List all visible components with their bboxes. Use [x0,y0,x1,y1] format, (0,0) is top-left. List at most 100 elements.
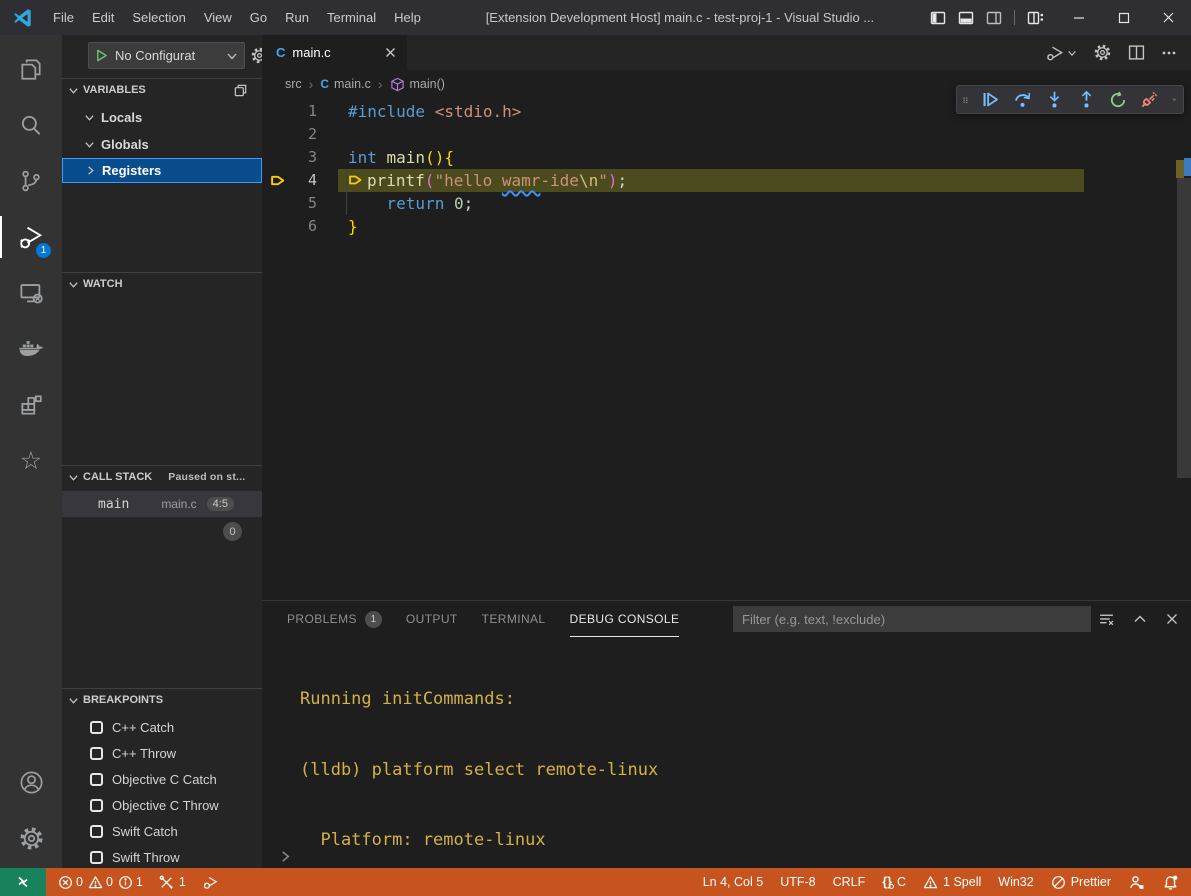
settings-gear-icon[interactable] [0,810,62,866]
toggle-sidebar-icon[interactable] [930,10,946,26]
close-tab-icon[interactable] [384,46,397,59]
step-out-button[interactable] [1077,90,1096,109]
run-or-debug-button[interactable] [1045,43,1077,63]
variables-scope-registers[interactable]: Registers [62,158,262,183]
debug-console-output[interactable]: Running initCommands: (lldb) platform se… [300,641,863,896]
start-debug-play-icon [95,49,108,62]
maximize-button[interactable] [1101,0,1146,35]
more-actions-icon[interactable] [1161,45,1177,61]
restart-button[interactable] [1109,91,1127,109]
breadcrumb-folder[interactable]: src [285,77,302,91]
eol-indicator[interactable]: CRLF [833,875,866,889]
menu-help[interactable]: Help [385,5,430,30]
problems-status[interactable]: 0 0 1 [58,875,143,890]
paused-status-text: Paused on st... [168,471,245,483]
copy-icon[interactable] [233,83,248,98]
menu-file[interactable]: File [44,5,83,30]
menu-selection[interactable]: Selection [123,5,194,30]
menu-terminal[interactable]: Terminal [318,5,385,30]
source-control-icon[interactable] [0,153,62,209]
editor-scrollbar[interactable] [1177,178,1191,478]
checkbox[interactable] [90,851,103,864]
debug-configuration-dropdown[interactable]: No Configurat [88,42,245,69]
checkbox[interactable] [90,773,103,786]
breakpoint-row[interactable]: Swift Catch [62,818,262,844]
spell-checker-status[interactable]: 1 Spell [923,875,981,890]
feedback-person-icon[interactable] [1128,874,1145,891]
close-panel-icon[interactable] [1165,612,1179,626]
breakpoint-row[interactable]: C++ Catch [62,714,262,740]
debug-configure-gear-icon[interactable] [250,46,262,65]
breakpoint-row[interactable]: Swift Throw [62,844,262,868]
run-and-debug-icon[interactable]: 1 [0,209,62,265]
cursor-position[interactable]: Ln 4, Col 5 [703,875,763,889]
close-window-button[interactable] [1146,0,1191,35]
customize-layout-icon[interactable] [1027,10,1044,26]
editor-gear-icon[interactable] [1093,43,1112,62]
remote-indicator[interactable] [0,868,46,896]
checkbox[interactable] [90,721,103,734]
stackframe-inline-arrow-icon [348,172,364,188]
watch-section-header[interactable]: WATCH [62,272,262,295]
toggle-secondary-sidebar-icon[interactable] [986,10,1002,26]
continue-button[interactable] [981,90,1000,109]
chevron-down-icon [68,279,79,290]
tab-debug-console[interactable]: DEBUG CONSOLE [570,602,680,637]
chevron-down-icon [68,472,79,483]
variables-section-header[interactable]: VARIABLES [62,78,262,101]
accounts-icon[interactable] [0,754,62,810]
checkbox[interactable] [90,747,103,760]
maximize-panel-icon[interactable] [1133,612,1147,626]
checkbox[interactable] [90,825,103,838]
extensions-icon[interactable] [0,377,62,433]
search-icon[interactable] [0,97,62,153]
platform-indicator[interactable]: Win32 [998,875,1033,889]
language-mode[interactable]: {}C [882,875,906,889]
breakpoint-row[interactable]: Objective C Throw [62,792,262,818]
disconnect-button[interactable] [1140,90,1159,109]
encoding-indicator[interactable]: UTF-8 [780,875,815,889]
notifications-bell-icon[interactable] [1162,874,1179,891]
tab-main-c[interactable]: C main.c [262,35,407,70]
checkbox[interactable] [90,799,103,812]
menu-edit[interactable]: Edit [83,5,123,30]
step-over-button[interactable] [1013,90,1032,109]
tools-icon [159,875,174,890]
toggle-panel-icon[interactable] [958,10,974,26]
clear-console-icon[interactable] [1098,611,1115,628]
console-input-chevron-icon[interactable] [278,849,293,864]
call-stack-session-badge: 0 [223,522,242,541]
code-area[interactable]: 1 #include <stdio.h> 2 3 int main(){ 4 p… [262,98,1191,600]
call-stack-frame-row[interactable]: main main.c 4:5 [62,491,262,517]
variables-scope-globals[interactable]: Globals [62,132,262,157]
remote-explorer-icon[interactable] [0,265,62,321]
formatter-status[interactable]: Prettier [1051,875,1111,890]
breadcrumb-file[interactable]: main.c [334,77,371,91]
breakpoints-section-header[interactable]: BREAKPOINTS [62,688,262,711]
debug-console-filter-input[interactable] [733,606,1091,632]
editor-tab-bar: C main.c [262,35,1191,70]
menu-go[interactable]: Go [241,5,276,30]
docker-icon[interactable] [0,321,62,377]
star-extension-icon[interactable]: ☆ [0,433,62,489]
run-debug-sidebar: No Configurat VARIABLES Locals Globals R… [62,35,262,868]
call-stack-section-header[interactable]: CALL STACK Paused on st... [62,465,262,488]
step-into-button[interactable] [1045,90,1064,109]
frame-function: main [98,497,129,512]
tab-output[interactable]: OUTPUT [406,602,458,637]
variables-scope-locals[interactable]: Locals [62,105,262,130]
breakpoint-row[interactable]: C++ Throw [62,740,262,766]
menu-run[interactable]: Run [276,5,318,30]
menu-view[interactable]: View [195,5,241,30]
breakpoint-row[interactable]: Objective C Catch [62,766,262,792]
tab-terminal[interactable]: TERMINAL [482,602,546,637]
debug-status[interactable] [202,874,219,891]
minimize-button[interactable] [1056,0,1101,35]
split-editor-icon[interactable] [1128,44,1145,61]
toolchain-status[interactable]: 1 [159,875,186,890]
tab-problems[interactable]: PROBLEMS1 [287,602,382,637]
chevron-down-icon[interactable] [1172,94,1177,105]
explorer-icon[interactable] [0,41,62,97]
toolbar-drag-grip[interactable] [963,92,968,108]
breadcrumb-symbol[interactable]: main() [410,77,445,91]
